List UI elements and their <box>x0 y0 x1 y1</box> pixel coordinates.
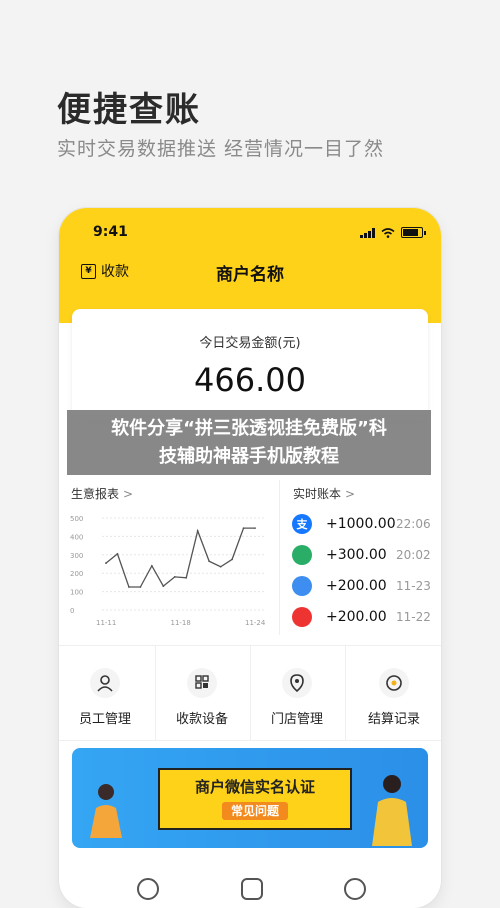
divider <box>155 645 156 740</box>
promo-subline: 实时交易数据推送 经营情况一目了然 <box>57 138 385 160</box>
transaction-amount: +300.00 <box>326 547 387 563</box>
realtime-ledger-link[interactable]: 实时账本 > <box>293 485 355 502</box>
signal-icon <box>360 227 375 238</box>
banner-subtitle: 常见问题 <box>222 802 288 820</box>
chart-point <box>105 562 107 564</box>
wifi-icon <box>381 227 395 238</box>
settlement-icon <box>379 668 409 698</box>
summary-label: 今日交易金额(元) <box>199 336 301 351</box>
y-tick-label: 400 <box>70 533 83 541</box>
chart-point <box>231 558 233 561</box>
verification-banner[interactable]: 商户微信实名认证 常见问题 <box>72 748 428 848</box>
pos-device-icon <box>187 668 217 698</box>
function-label: 结算记录 <box>367 712 420 727</box>
y-tick-label: 100 <box>70 589 83 597</box>
home-tab-icon[interactable] <box>137 878 159 900</box>
function-label: 门店管理 <box>270 712 323 727</box>
overlay-line-2: 技辅助神器手机版教程 <box>158 445 339 467</box>
person-illustration <box>372 775 412 846</box>
summary-amount: 466.00 <box>194 361 306 399</box>
x-tick-label: 11-11 <box>96 619 116 627</box>
chart-point <box>242 527 245 530</box>
transaction-time: 22:06 <box>396 517 431 531</box>
business-report-link[interactable]: 生意报表 > <box>71 485 133 502</box>
overlay-line-1: 软件分享“拼三张透视挂免费版”科 <box>111 417 387 439</box>
chart-series-line <box>105 527 255 588</box>
unionpay-icon <box>292 607 312 627</box>
report-title: 生意报表 <box>71 487 120 501</box>
chart-point <box>128 586 130 588</box>
bottom-nav <box>59 872 441 900</box>
section-divider <box>279 480 280 635</box>
function-settlement[interactable]: 结算记录 <box>354 668 434 727</box>
transaction-amount: +1000.00 <box>326 516 396 532</box>
chevron-right-icon: > <box>345 487 356 501</box>
transaction-time: 11-22 <box>396 610 431 624</box>
chart-point <box>162 585 165 587</box>
function-staff[interactable]: 员工管理 <box>65 668 145 727</box>
transaction-row[interactable]: +200.00 11-22 <box>292 607 432 627</box>
function-pos-device[interactable]: 收款设备 <box>162 668 242 727</box>
function-store-location[interactable]: 门店管理 <box>257 668 337 727</box>
divider <box>59 740 441 741</box>
y-tick-label: 0 <box>70 607 74 615</box>
promo-headline: 便捷查账 <box>57 90 201 130</box>
transaction-row[interactable]: +300.00 20:02 <box>292 545 432 565</box>
chart-point <box>116 552 119 555</box>
y-tick-label: 300 <box>70 552 83 560</box>
transaction-row[interactable]: +200.00 11-23 <box>292 576 432 596</box>
battery-icon <box>401 227 426 238</box>
divider <box>345 645 346 740</box>
staff-icon <box>90 668 120 698</box>
status-time: 9:41 <box>93 224 128 240</box>
chart-point <box>254 527 256 530</box>
divider <box>250 645 251 740</box>
function-label: 收款设备 <box>175 712 228 727</box>
bank-card-icon <box>292 576 312 596</box>
banner-title-box: 商户微信实名认证 常见问题 <box>158 768 352 830</box>
banner-title: 商户微信实名认证 <box>194 778 315 796</box>
store-location-icon <box>282 668 312 698</box>
status-icons <box>360 227 426 238</box>
ledger-title: 实时账本 <box>293 487 342 501</box>
profile-tab-icon[interactable] <box>344 878 366 900</box>
chart-point <box>139 586 142 588</box>
chart-point <box>173 575 176 578</box>
merchant-name: 商户名称 <box>216 265 284 285</box>
chart-point <box>208 560 211 563</box>
wechat-pay-icon <box>292 545 312 565</box>
transaction-amount: +200.00 <box>326 578 387 594</box>
transaction-time: 20:02 <box>396 548 431 562</box>
transaction-amount: +200.00 <box>326 609 387 625</box>
function-label: 员工管理 <box>78 712 131 727</box>
transaction-row[interactable]: 支 +1000.00 22:06 <box>292 514 432 534</box>
y-tick-label: 200 <box>70 570 83 578</box>
alipay-icon: 支 <box>292 514 312 534</box>
chart-point <box>185 576 188 579</box>
x-tick-label: 11-24 <box>245 619 266 627</box>
summary-card[interactable]: 今日交易金额(元) 466.00 <box>72 309 428 421</box>
y-tick-label: 500 <box>70 515 83 523</box>
orders-tab-icon[interactable] <box>241 878 263 900</box>
person-illustration <box>90 784 122 838</box>
promo-overlay-banner: 软件分享“拼三张透视挂免费版”科 技辅助神器手机版教程 <box>67 410 431 475</box>
chart-point <box>150 564 153 567</box>
x-tick-label: 11-18 <box>171 619 191 627</box>
chart-point <box>219 565 222 568</box>
chevron-right-icon: > <box>123 487 134 501</box>
business-report-chart[interactable]: 0 100 200 300 400 500 11-11 11-18 11-24 <box>70 510 270 630</box>
transaction-time: 11-23 <box>396 579 431 593</box>
chart-point <box>196 529 199 532</box>
